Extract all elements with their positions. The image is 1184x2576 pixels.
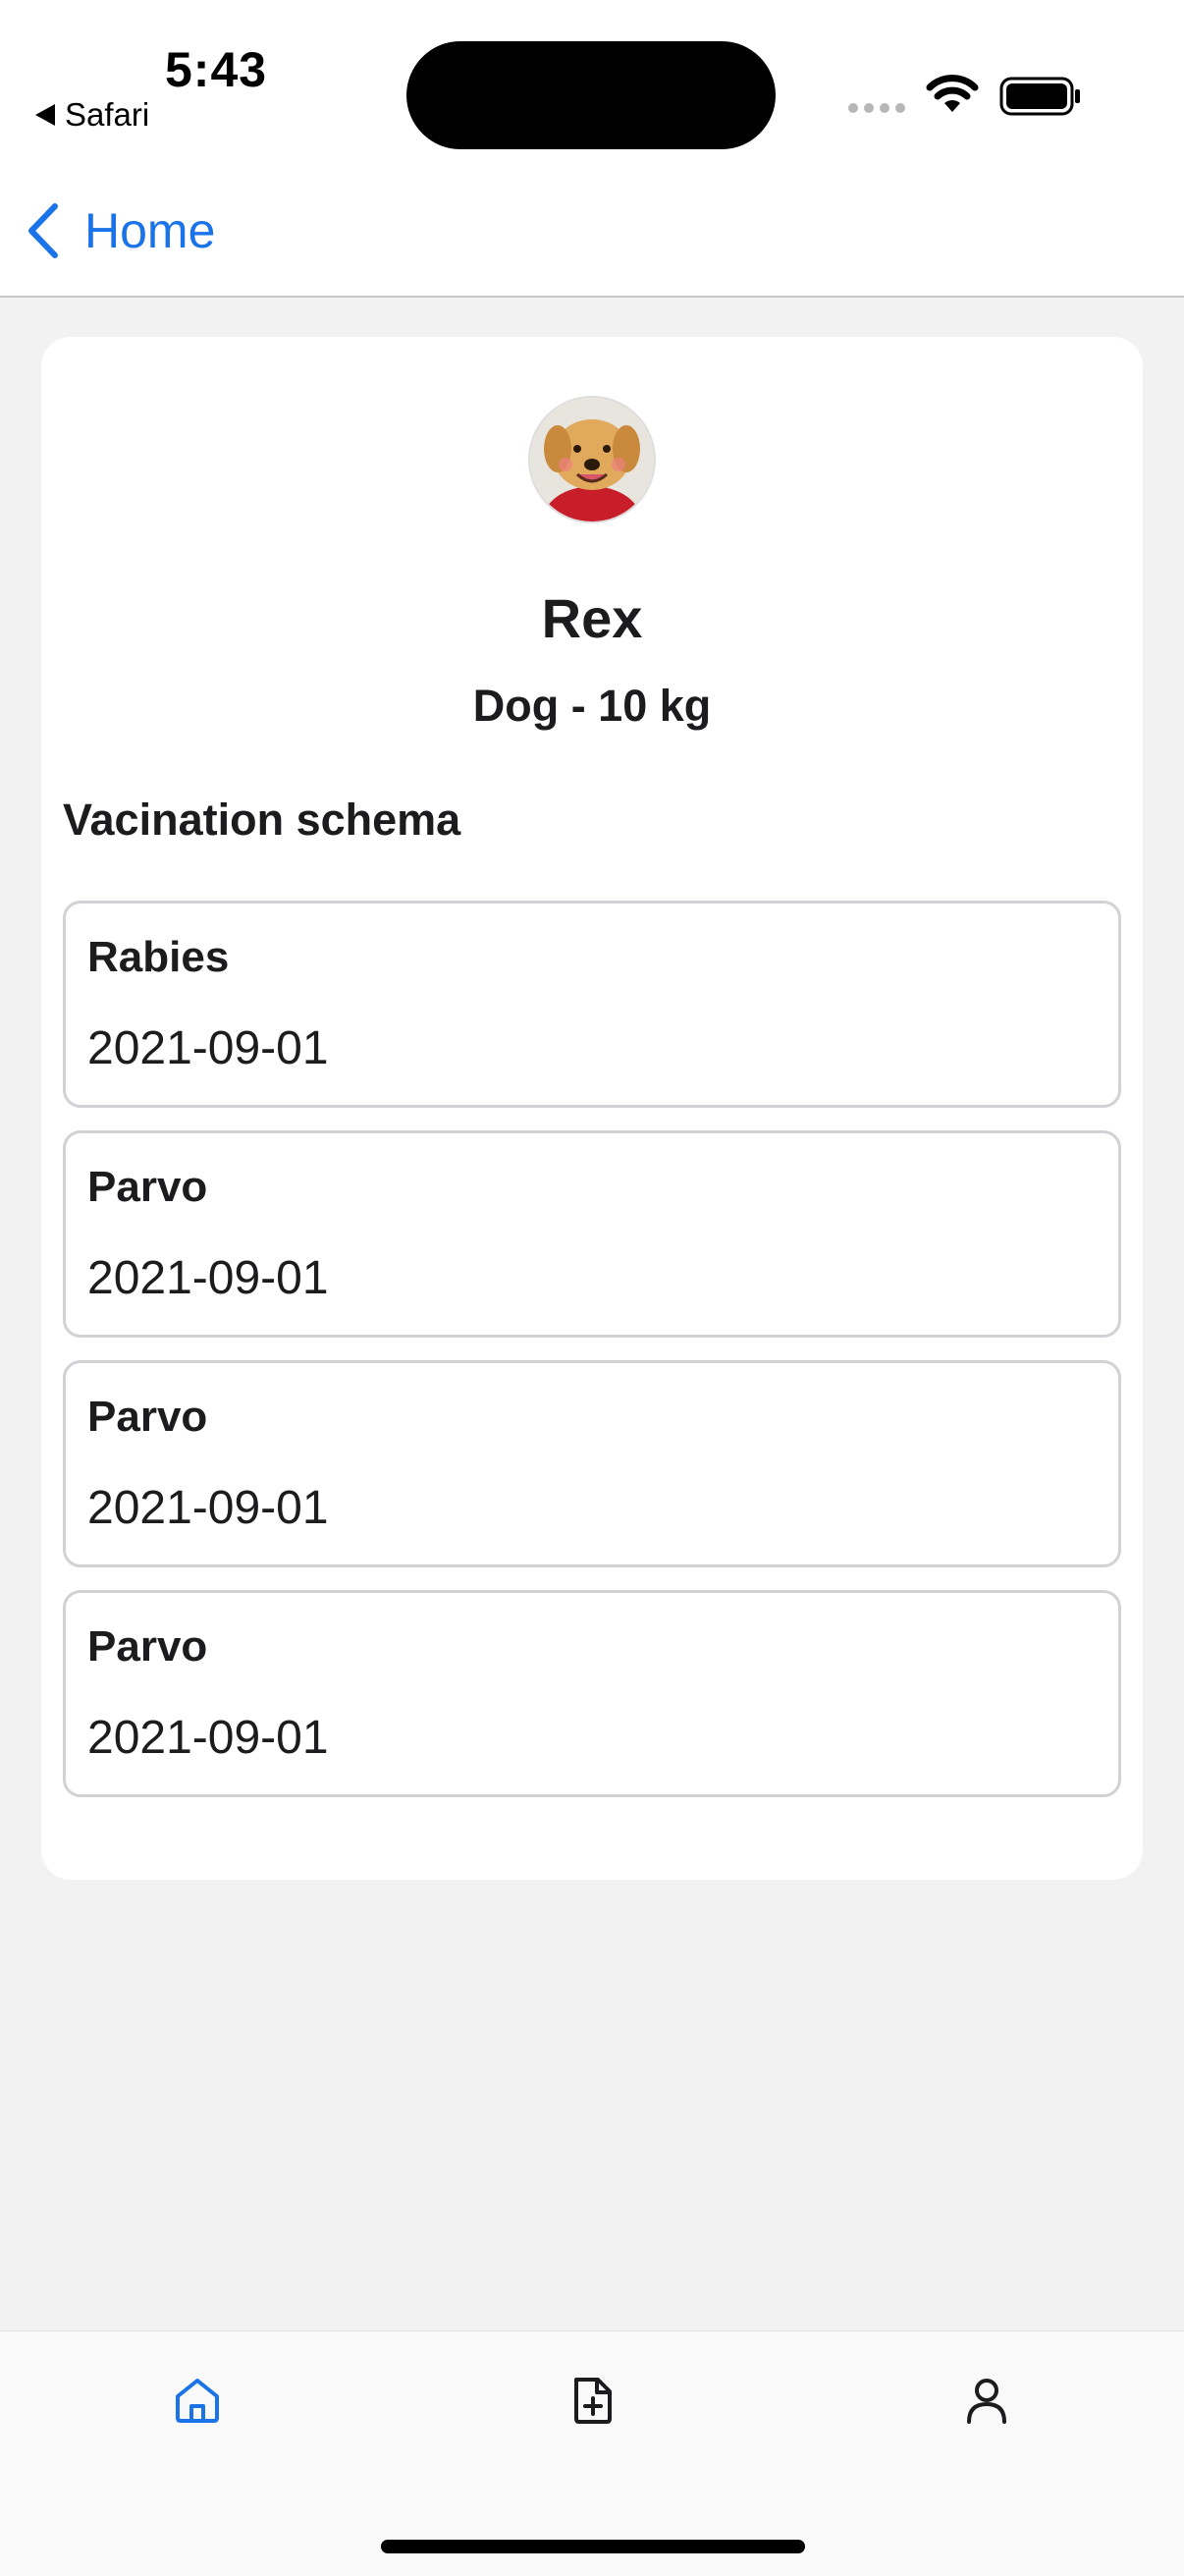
vaccination-list: Rabies 2021-09-01 Parvo 2021-09-01 Parvo… <box>63 901 1121 1820</box>
vaccine-name: Parvo <box>87 1163 208 1211</box>
vaccination-item[interactable]: Parvo 2021-09-01 <box>63 1590 1121 1797</box>
back-triangle-icon <box>35 104 55 126</box>
vaccine-name: Parvo <box>87 1622 208 1671</box>
status-time: 5:43 <box>165 42 268 97</box>
add-document-icon <box>574 2378 612 2424</box>
vaccine-name: Rabies <box>87 933 230 981</box>
back-button[interactable]: Home <box>24 202 215 259</box>
home-icon <box>176 2379 219 2423</box>
vaccine-date: 2021-09-01 <box>87 1482 329 1534</box>
pet-name: Rex <box>541 587 643 649</box>
pet-species-weight: Dog - 10 kg <box>472 681 712 731</box>
dog-avatar-icon <box>530 398 654 521</box>
battery-icon <box>999 77 1080 116</box>
pet-detail-card: Rex Dog - 10 kg Vacination schema Rabies… <box>41 337 1143 1880</box>
tab-profile[interactable] <box>947 2361 1026 2439</box>
vaccine-date: 2021-09-01 <box>87 1712 329 1764</box>
vaccine-date: 2021-09-01 <box>87 1022 329 1074</box>
back-to-safari[interactable]: Safari <box>35 96 149 134</box>
vaccination-item[interactable]: Parvo 2021-09-01 <box>63 1360 1121 1567</box>
home-indicator[interactable] <box>381 2540 805 2553</box>
cellular-signal-icon <box>848 103 905 113</box>
vaccination-section-title: Vacination schema <box>63 795 461 845</box>
vaccine-date: 2021-09-01 <box>87 1252 329 1304</box>
wifi-icon <box>926 75 979 112</box>
chevron-left-icon <box>28 203 58 258</box>
vaccination-item[interactable]: Rabies 2021-09-01 <box>63 901 1121 1108</box>
tab-home[interactable] <box>158 2361 237 2439</box>
vaccination-item[interactable]: Parvo 2021-09-01 <box>63 1130 1121 1338</box>
status-bar: 5:43 Safari <box>0 0 1184 167</box>
back-app-label: Safari <box>65 96 150 133</box>
navigation-bar: Home <box>0 167 1184 298</box>
tab-add-document[interactable] <box>553 2361 631 2439</box>
back-button-label: Home <box>84 203 216 258</box>
profile-icon <box>967 2379 1006 2424</box>
dynamic-island <box>406 41 776 149</box>
vaccine-name: Parvo <box>87 1393 208 1441</box>
pet-avatar <box>528 396 656 523</box>
